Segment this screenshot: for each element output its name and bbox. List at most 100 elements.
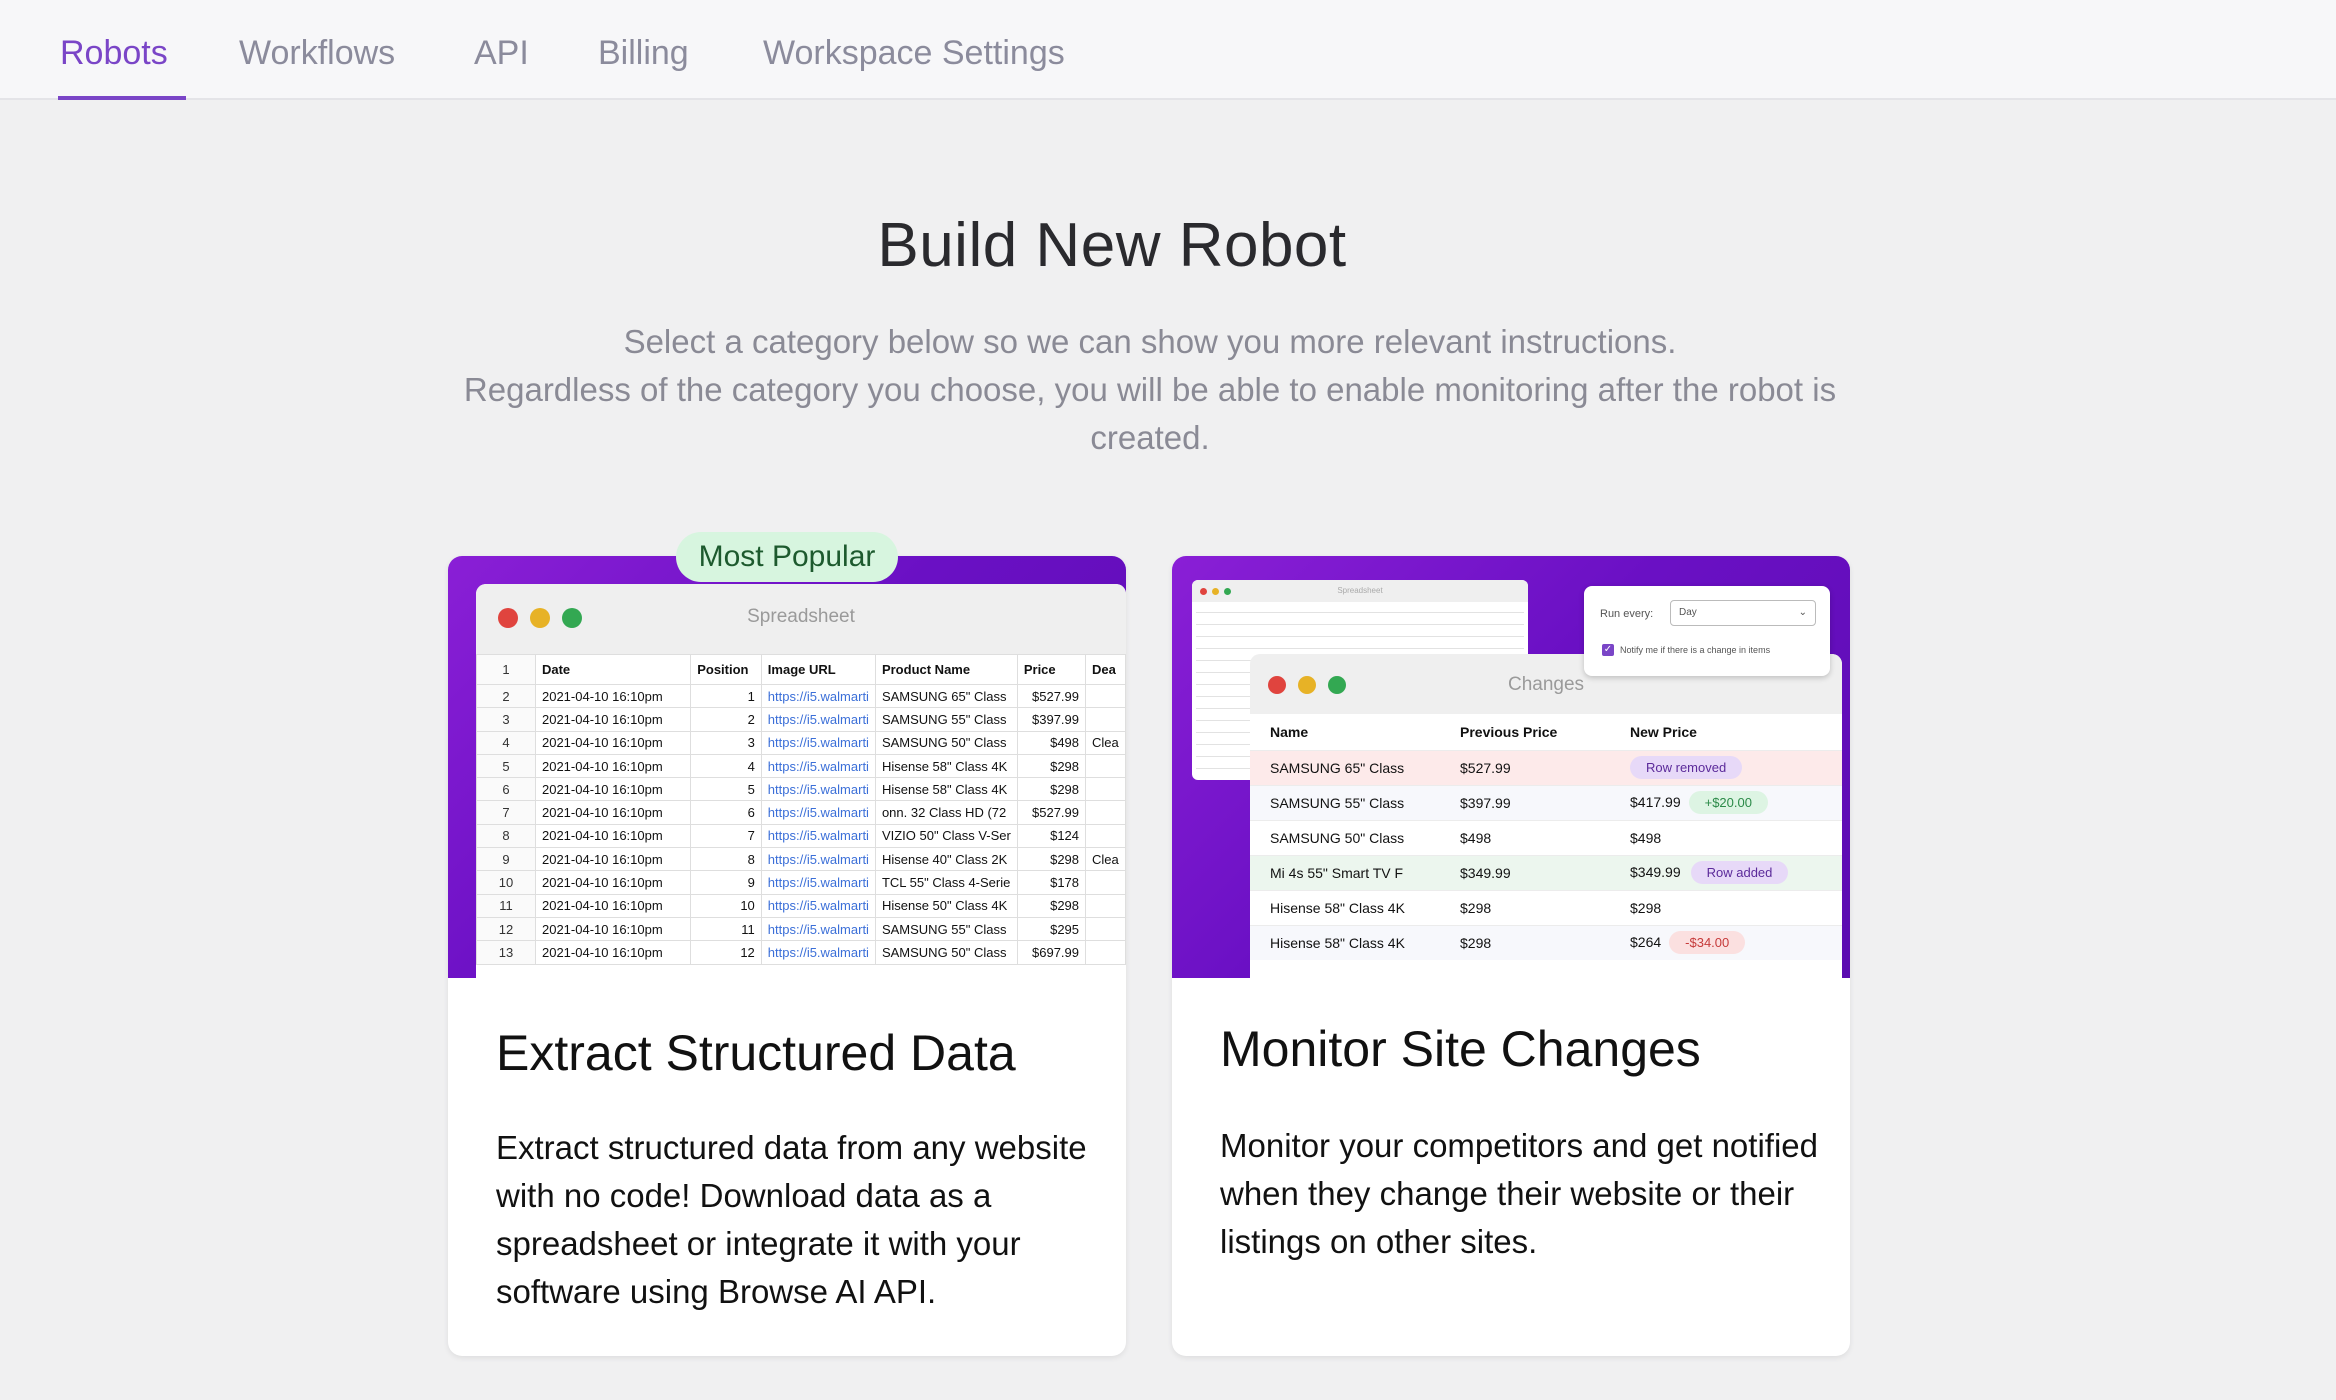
change-new-price-cell: $298 [1610,889,1842,925]
change-name-cell: SAMSUNG 65" Class [1250,749,1440,785]
tab-robots[interactable]: Robots [60,34,168,73]
spreadsheet-cell: $397.99 [1016,707,1087,732]
spreadsheet-cell: 2021-04-10 16:10pm [534,847,692,872]
mini-sheet-line [1196,648,1524,649]
tab-workspace-settings[interactable]: Workspace Settings [763,34,1065,73]
spreadsheet-cell [1085,683,1126,709]
run-every-value: Day [1679,607,1697,618]
spreadsheet-cell: https://i5.walmarti [760,777,876,802]
page-title: Build New Robot [877,211,1347,280]
spreadsheet-cell: $298 [1016,777,1087,802]
spreadsheet-cell: 5 [690,777,762,802]
spreadsheet-cell: SAMSUNG 65" Class [874,683,1018,709]
spreadsheet-cell [1085,893,1126,918]
change-name-cell: Hisense 58" Class 4K [1250,924,1440,960]
spreadsheet-cell: 12 [690,940,762,965]
run-every-select: Day ⌄ [1670,600,1816,626]
spreadsheet-cell: 3 [476,707,536,732]
changes-row: SAMSUNG 50" Class $498 $498 [1250,819,1842,855]
spreadsheet-cell: 10 [476,870,536,895]
chevron-down-icon: ⌄ [1798,607,1807,618]
spreadsheet-cell: $298 [1016,753,1087,779]
change-new-price-cell: $264 -$34.00 [1610,924,1842,960]
spreadsheet-cell: Clea [1085,847,1126,872]
spreadsheet-cell: 13 [476,940,536,965]
column-header: Previous Price [1460,723,1558,740]
spreadsheet-cell: https://i5.walmarti [760,730,876,755]
spreadsheet-cell: 2021-04-10 16:10pm [534,916,692,942]
spreadsheet-cell: Hisense 40" Class 2K [874,847,1018,872]
spreadsheet-header-row: 1 Date Position Image URL Product Name P… [476,654,1126,685]
category-card-monitor-site-changes[interactable]: Spreadsheet Run every: Day ⌄ ✓ Notify me… [1172,556,1850,1356]
spreadsheet-cell: https://i5.walmarti [760,940,876,965]
tab-billing[interactable]: Billing [598,34,689,73]
spreadsheet-cell: https://i5.walmarti [760,683,876,709]
spreadsheet-cell: https://i5.walmarti [760,847,876,872]
spreadsheet-cell: https://i5.walmarti [760,823,876,849]
card-description: Extract structured data from any website… [496,1129,1087,1310]
card-title: Extract Structured Data [496,1025,1016,1081]
change-new-price-cell: $417.99 +$20.00 [1610,784,1842,820]
mini-window-title: Spreadsheet [1337,586,1383,595]
change-tag-badge: -$34.00 [1669,931,1746,955]
active-tab-indicator [58,96,186,100]
spreadsheet-cell: https://i5.walmarti [760,707,876,732]
spreadsheet-cell: Hisense 58" Class 4K [874,777,1018,802]
spreadsheet-cell: 2021-04-10 16:10pm [534,870,692,895]
change-new-price-cell: $498 [1610,819,1842,855]
column-header: Date [534,654,692,685]
change-name-cell: SAMSUNG 55" Class [1250,784,1440,820]
column-header: Position [690,654,762,685]
card-preview-extract: Spreadsheet 1 Date Position Image URL Pr… [448,556,1126,978]
row-number: 1 [476,654,536,685]
spreadsheet-cell: 9 [476,847,536,872]
spreadsheet-row: 4 2021-04-10 16:10pm 3 https://i5.walmarti S… [476,730,1126,755]
spreadsheet-table: 1 Date Position Image URL Product Name P… [476,654,1126,965]
spreadsheet-cell: 2021-04-10 16:10pm [534,823,692,849]
window-titlebar: Spreadsheet [1192,580,1528,602]
spreadsheet-cell [1085,940,1126,965]
change-name-cell: Hisense 58" Class 4K [1250,889,1440,925]
spreadsheet-cell: $298 [1016,847,1087,872]
spreadsheet-row: 5 2021-04-10 16:10pm 4 https://i5.walmarti H… [476,753,1126,779]
column-header: Product Name [874,654,1018,685]
spreadsheet-cell: SAMSUNG 55" Class [874,916,1018,942]
column-header: Dea [1085,654,1126,685]
spreadsheet-row: 8 2021-04-10 16:10pm 7 https://i5.walmarti V… [476,823,1126,849]
spreadsheet-cell: 12 [476,916,536,942]
spreadsheet-cell [1085,823,1126,849]
spreadsheet-row: 9 2021-04-10 16:10pm 8 https://i5.walmarti H… [476,847,1126,872]
tab-workflows[interactable]: Workflows [239,34,395,73]
top-nav: Robots Workflows API Billing Workspace S… [0,0,2336,100]
spreadsheet-cell [1085,870,1126,895]
category-card-extract-structured-data[interactable]: Spreadsheet 1 Date Position Image URL Pr… [448,556,1126,1356]
spreadsheet-cell: SAMSUNG 55" Class [874,707,1018,732]
mini-sheet-line [1196,612,1524,613]
subtitle-line-2: Regardless of the category you choose, y… [463,371,1837,456]
run-every-label: Run every: [1600,608,1654,620]
spreadsheet-cell: 2021-04-10 16:10pm [534,940,692,965]
card-preview-monitor: Spreadsheet Run every: Day ⌄ ✓ Notify me… [1172,556,1850,978]
page-subtitle: Select a category below so we can show y… [440,318,1860,462]
change-prev-price-cell: $298 [1440,889,1610,925]
changes-row: Hisense 58" Class 4K $298 $298 [1250,889,1842,925]
spreadsheet-cell: VIZIO 50" Class V-Ser [874,823,1018,849]
tab-api[interactable]: API [474,34,529,73]
changes-row: SAMSUNG 55" Class $397.99 $417.99 +$20.00 [1250,784,1842,820]
change-prev-price-cell: $349.99 [1440,854,1610,890]
changes-table: Name Previous Price New Price SAMSUNG 65… [1250,714,1842,960]
column-header: Price [1016,654,1087,685]
changes-row: SAMSUNG 65" Class $527.99 Row removed [1250,749,1842,785]
spreadsheet-cell [1085,707,1126,732]
change-name-cell: Mi 4s 55" Smart TV F [1250,854,1440,890]
spreadsheet-cell: 3 [690,730,762,755]
spreadsheet-cell: SAMSUNG 50" Class [874,730,1018,755]
spreadsheet-cell: https://i5.walmarti [760,753,876,779]
card-description: Monitor your competitors and get notifie… [1220,1127,1818,1260]
spreadsheet-row: 12 2021-04-10 16:10pm 11 https://i5.walmart… [476,916,1126,942]
change-prev-price-cell: $298 [1440,924,1610,960]
spreadsheet-cell: 8 [476,823,536,849]
spreadsheet-row: 7 2021-04-10 16:10pm 6 https://i5.walmarti o… [476,800,1126,825]
change-tag-badge: +$20.00 [1688,791,1768,814]
change-name-cell: SAMSUNG 50" Class [1250,819,1440,855]
